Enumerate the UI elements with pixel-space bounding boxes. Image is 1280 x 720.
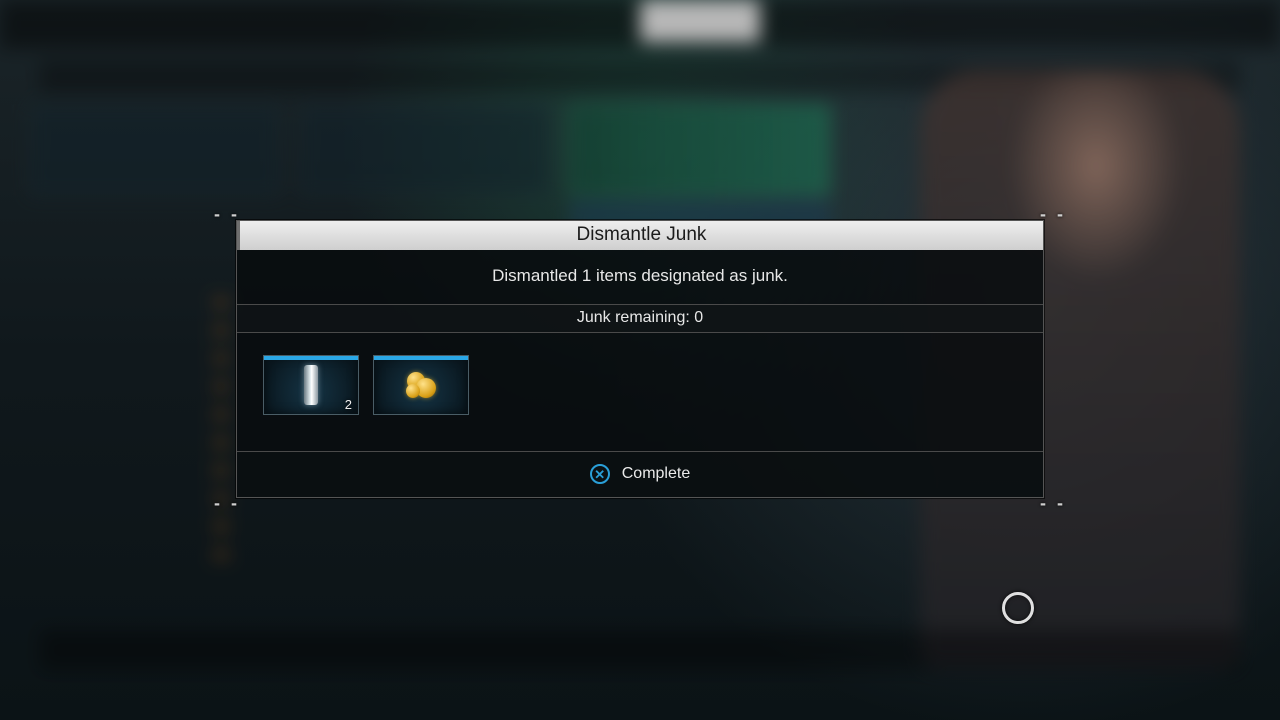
dismantle-dialog: - - - - - - - - Dismantle Junk Dismantle… — [236, 220, 1044, 498]
dialog-title: Dismantle Junk — [237, 221, 1043, 250]
cursor-ring-icon — [1002, 592, 1034, 624]
result-item[interactable]: 2 — [263, 355, 359, 415]
complete-button[interactable]: Complete — [622, 465, 690, 483]
corner-decor: - - — [214, 204, 240, 225]
corner-decor: - - — [214, 493, 240, 514]
gold-nugget-icon — [374, 356, 468, 414]
result-items-row: 2 — [237, 333, 1043, 451]
corner-decor: - - — [1040, 204, 1066, 225]
result-item[interactable] — [373, 355, 469, 415]
dialog-footer: ✕ Complete — [237, 451, 1043, 497]
cross-button-icon: ✕ — [590, 464, 610, 484]
item-count: 2 — [345, 397, 352, 412]
junk-remaining-label: Junk remaining: 0 — [237, 304, 1043, 333]
dialog-message: Dismantled 1 items designated as junk. — [237, 250, 1043, 304]
corner-decor: - - — [1040, 493, 1066, 514]
